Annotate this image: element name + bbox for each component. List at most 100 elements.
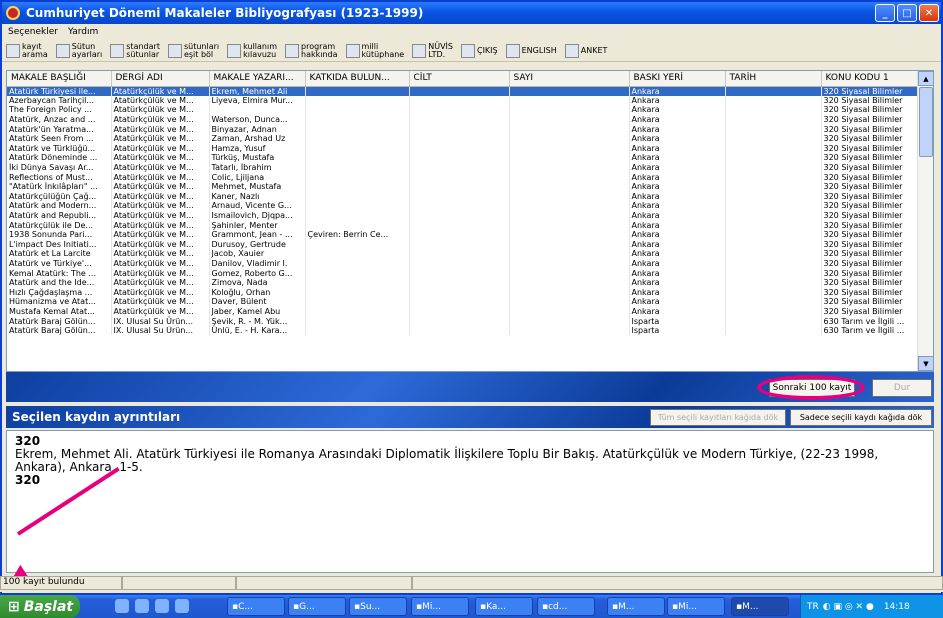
toolbar-button[interactable]: ENGLISH	[505, 43, 557, 58]
table-cell	[725, 297, 822, 307]
ie-icon[interactable]	[135, 599, 149, 613]
table-row[interactable]: Atatürk'ün Yaratma... Atatürkçülük ve M..…	[7, 124, 920, 134]
table-cell: Ankara	[629, 86, 726, 96]
table-cell	[409, 316, 510, 326]
table-cell: "Atatürk İnkılâpları" ...	[7, 181, 112, 192]
table-cell: Atatürkçülük ile De...	[7, 220, 112, 230]
table-cell: IX. Ulusal Su Ürün...	[111, 325, 210, 336]
column-header[interactable]: SAYI	[509, 71, 630, 87]
table-cell: Jaber, Kamel Abu	[209, 306, 306, 317]
column-header[interactable]: CİLT	[409, 71, 510, 87]
library-icon	[345, 43, 360, 58]
table-row[interactable]: Hümanizma ve Atat... Atatürkçülük ve M...…	[7, 297, 920, 307]
toolbar-button[interactable]: Sütun ayarları	[55, 42, 102, 59]
minimize-button[interactable]: _	[875, 4, 895, 22]
table-row[interactable]: Atatürk Türkiyesi ile... Atatürkçülük ve …	[7, 86, 920, 96]
table-row[interactable]: Atatürk, Anzac and ... Atatürkçülük ve M.…	[7, 114, 920, 125]
table-row[interactable]: Atatürk et La Larcite Atatürkçülük ve M..…	[7, 249, 920, 259]
toolbar-button[interactable]: kullanım kılavuzu	[227, 42, 277, 59]
scroll-thumb[interactable]	[919, 87, 933, 157]
table-cell: 630 Tarım ve İlgili ...	[821, 325, 920, 336]
status-pane-4	[412, 576, 943, 590]
start-button[interactable]: ⊞ Başlat	[0, 595, 80, 618]
table-row[interactable]: Azerbaycan Tarihçil... Atatürkçülük ve M.…	[7, 95, 920, 106]
records-table[interactable]: MAKALE BAŞLIĞI DERGİ ADI MAKALE YAZARI... K…	[6, 70, 934, 372]
table-row[interactable]: İki Dünya Savaşı Ar... Atatürkçülük ve M.…	[7, 162, 920, 173]
table-row[interactable]: Reflections of Must... Atatürkçülük ve M.…	[7, 172, 920, 182]
quick-launch-icon[interactable]	[115, 599, 129, 613]
taskbar-task[interactable]: ▪ Mi...	[667, 597, 725, 616]
column-header[interactable]: DERGİ ADI	[111, 71, 210, 87]
scroll-up-icon[interactable]: ▲	[918, 71, 933, 86]
language-indicator[interactable]: TR	[807, 602, 819, 612]
toolbar-button[interactable]: program hakkında	[285, 42, 338, 59]
table-cell: Atatürkçülük ve M...	[111, 249, 210, 259]
table-cell: Çeviren: Berrin Ce...	[305, 229, 410, 240]
column-header[interactable]: MAKALE BAŞLIĞI	[7, 71, 112, 87]
column-header[interactable]: KONU KODU 1	[821, 71, 920, 87]
table-row[interactable]: Atatürk Döneminde ... Atatürkçülük ve M..…	[7, 153, 920, 163]
table-cell	[509, 201, 630, 211]
table-cell: 320 Siyasal Bilimler	[821, 124, 920, 134]
status-pane-3	[236, 576, 412, 590]
print-all-button[interactable]: Tüm seçili kayıtları kağıda dök	[650, 409, 786, 426]
toolbar-button[interactable]: standart sütunlar	[110, 42, 160, 59]
close-button[interactable]: ✕	[919, 4, 939, 22]
toolbar-button[interactable]: ÇIKIŞ	[460, 43, 498, 58]
taskbar-task[interactable]: ▪ M...	[607, 597, 665, 616]
table-row[interactable]: Atatürk ve Türklüğü... Atatürkçülük ve M.…	[7, 143, 920, 154]
table-row[interactable]: Kemal Atatürk: The ... Atatürkçülük ve M.…	[7, 268, 920, 278]
taskbar-task[interactable]: ▪ G...	[288, 597, 346, 616]
taskbar-task[interactable]: ▪ C...	[227, 597, 285, 616]
table-row[interactable]: Atatürk Seen From ... Atatürkçülük ve M..…	[7, 133, 920, 144]
table-row[interactable]: Mustafa Kemal Atat... Atatürkçülük ve M..…	[7, 306, 920, 317]
quick-launch-icon[interactable]	[155, 599, 169, 613]
menu-options[interactable]: Seçenekler	[8, 27, 58, 37]
vertical-scrollbar[interactable]: ▲ ▼	[917, 71, 933, 371]
maximize-button[interactable]: □	[897, 4, 917, 22]
column-header[interactable]: TARİH	[725, 71, 822, 87]
table-cell	[725, 201, 822, 211]
table-row[interactable]: Atatürk and the Ide... Atatürkçülük ve M.…	[7, 277, 920, 288]
table-row[interactable]: The Foreign Policy ... Atatürkçülük ve M.…	[7, 105, 920, 115]
menu-help[interactable]: Yardım	[68, 27, 98, 37]
table-cell: Ankara	[629, 95, 726, 106]
table-row[interactable]: "Atatürk İnkılâpları" ... Atatürkçülük ve…	[7, 181, 920, 192]
toolbar-button[interactable]: sütunları eşit böl	[167, 42, 219, 59]
table-row[interactable]: Atatürk Baraj Gölün... IX. Ulusal Su Ürün…	[7, 325, 920, 336]
table-cell: 320 Siyasal Bilimler	[821, 172, 920, 182]
column-header[interactable]: MAKALE YAZARI...	[209, 71, 306, 87]
table-row[interactable]: Atatürk and Modern... Atatürkçülük ve M..…	[7, 201, 920, 211]
table-row[interactable]: L'impact Des Initiati... Atatürkçülük ve …	[7, 239, 920, 250]
toolbar-button[interactable]: milli kütüphane	[345, 42, 404, 59]
table-cell: Atatürkçülük ve M...	[111, 297, 210, 307]
print-selected-button[interactable]: Sadece seçili kaydı kağıda dök	[790, 409, 932, 426]
table-cell	[409, 162, 510, 173]
column-header[interactable]: BASKI YERİ	[629, 71, 726, 87]
taskbar-task[interactable]: ▪ Ka...	[475, 597, 533, 616]
scroll-down-icon[interactable]: ▼	[918, 356, 933, 371]
stop-button[interactable]: Dur	[872, 379, 932, 397]
taskbar-task[interactable]: ▪ Mi...	[411, 597, 469, 616]
tray-icons[interactable]: ◐ ▣ ◎ ✕ ●	[823, 602, 874, 612]
table-cell: Atatürkçülük ve M...	[111, 172, 210, 182]
table-row[interactable]: Atatürk ve Türkiye'... Atatürkçülük ve M.…	[7, 258, 920, 269]
toolbar-button[interactable]: NÜVİS LTD.	[412, 42, 453, 59]
table-row[interactable]: Atatürk and Republi... Atatürkçülük ve M.…	[7, 210, 920, 221]
table-row[interactable]: Atatürkçülüğün Çağ... Atatürkçülük ve M..…	[7, 191, 920, 202]
table-cell: Koloğlu, Orhan	[209, 287, 306, 298]
table-row[interactable]: Atatürk Baraj Gölün... IX. Ulusal Su Ürün…	[7, 316, 920, 326]
table-row[interactable]: 1938 Sonunda Pari... Atatürkçülük ve M...…	[7, 229, 920, 240]
taskbar-task[interactable]: ▪ M...	[731, 597, 789, 616]
detail-citation: Ekrem, Mehmet Ali. Atatürk Türkiyesi ile…	[15, 447, 879, 474]
quick-launch-icon[interactable]	[175, 599, 189, 613]
column-header[interactable]: KATKIDA BULUN...	[305, 71, 410, 87]
taskbar-task[interactable]: ▪ Su...	[349, 597, 407, 616]
table-cell: Ankara	[629, 306, 726, 317]
toolbar-button[interactable]: kayıt arama	[6, 42, 48, 59]
table-row[interactable]: Atatürkçülük ile De... Atatürkçülük ve M.…	[7, 220, 920, 230]
taskbar-task[interactable]: ▪ cd...	[537, 597, 595, 616]
toolbar-button[interactable]: ANKET	[564, 43, 607, 58]
table-cell: 320 Siyasal Bilimler	[821, 277, 920, 288]
table-row[interactable]: Hızlı Çağdaşlaşma ... Atatürkçülük ve M..…	[7, 287, 920, 298]
